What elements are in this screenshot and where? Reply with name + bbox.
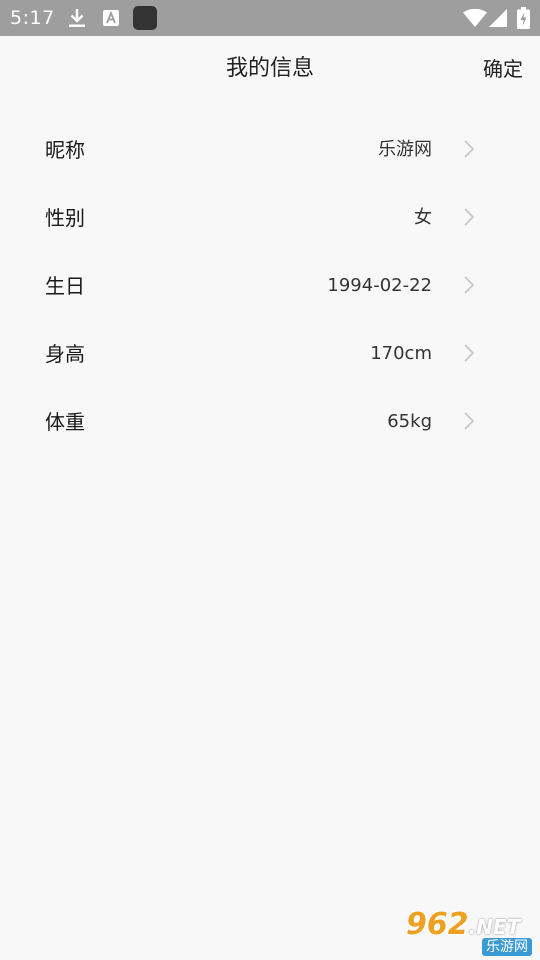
- field-row-weight[interactable]: 体重 65kg: [0, 388, 540, 456]
- field-label: 性别: [45, 206, 85, 230]
- chevron-right-icon: [464, 208, 475, 226]
- status-time: 5:17: [10, 7, 55, 29]
- field-value: 65kg: [387, 411, 432, 432]
- status-bar: 5:17: [0, 0, 540, 36]
- field-value: 女: [414, 207, 432, 228]
- download-icon: [66, 0, 88, 36]
- field-label: 身高: [45, 342, 85, 366]
- battery-charging-icon: [515, 0, 531, 36]
- app-square-icon: [132, 0, 158, 36]
- field-row-birthday[interactable]: 生日 1994-02-22: [0, 252, 540, 320]
- chevron-right-icon: [464, 412, 475, 430]
- a-notification-icon: [101, 0, 121, 36]
- field-row-height[interactable]: 身高 170cm: [0, 320, 540, 388]
- watermark-sub: 乐游网: [482, 938, 532, 956]
- field-label: 体重: [45, 410, 85, 434]
- field-value: 1994-02-22: [327, 275, 432, 296]
- field-row-nickname[interactable]: 昵称 乐游网: [0, 116, 540, 184]
- watermark-logo: 962.NET 乐游网: [406, 910, 534, 956]
- app-bar: 我的信息 确定: [0, 36, 540, 102]
- confirm-button[interactable]: 确定: [483, 55, 523, 83]
- chevron-right-icon: [464, 276, 475, 294]
- field-value: 170cm: [370, 343, 432, 364]
- field-value: 乐游网: [378, 139, 432, 160]
- page-title: 我的信息: [225, 56, 314, 81]
- field-label: 生日: [45, 274, 85, 298]
- watermark-brand-suffix: .NET: [468, 915, 521, 939]
- field-row-gender[interactable]: 性别 女: [0, 184, 540, 252]
- info-list: 昵称 乐游网 性别 女 生日 1994-02-22 身高 170cm 体重 65…: [0, 116, 540, 456]
- chevron-right-icon: [464, 140, 475, 158]
- signal-icon: [488, 0, 508, 36]
- watermark-brand-number: 962: [406, 907, 469, 942]
- chevron-right-icon: [464, 344, 475, 362]
- field-label: 昵称: [45, 138, 85, 162]
- wifi-icon: [462, 0, 488, 36]
